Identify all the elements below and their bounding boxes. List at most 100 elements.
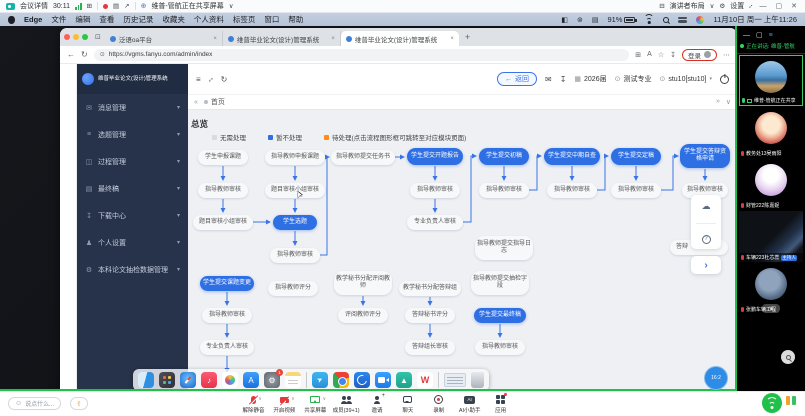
flow-node[interactable]: 题目审核小组审核 — [193, 215, 253, 230]
notes-icon[interactable] — [285, 372, 301, 388]
safari-icon[interactable] — [180, 372, 196, 388]
control-caret-icon[interactable]: ∨ — [291, 396, 295, 402]
expand-icon[interactable]: ↕ — [206, 74, 215, 83]
tab-overview-icon[interactable]: ⊡ — [95, 33, 101, 41]
meeting-control-录制[interactable]: 录制 — [423, 394, 454, 414]
trash-icon[interactable] — [471, 372, 484, 388]
breadcrumb-tab-home[interactable]: 首页 — [204, 97, 225, 107]
spotlight-icon[interactable] — [663, 17, 669, 23]
control-caret-icon[interactable]: ∨ — [323, 396, 327, 402]
login-button[interactable]: 登录 — [682, 49, 717, 61]
flow-node[interactable]: 指导教师审核 — [611, 183, 661, 198]
battery-indicator[interactable]: 91% — [607, 15, 635, 24]
settings-icon[interactable]: ⚙1 — [264, 372, 280, 388]
participant-tile[interactable]: 张鹏车辆工程∨ — [739, 263, 803, 314]
panel-maximize-icon[interactable]: ▢ — [756, 31, 763, 39]
new-tab-button[interactable]: + — [465, 32, 470, 42]
control-center-icon[interactable] — [678, 16, 687, 23]
flow-node[interactable]: 指导教师申报课题 — [265, 150, 325, 165]
close-button[interactable]: ✕ — [789, 2, 799, 10]
split-icon[interactable]: ⊞ — [635, 51, 641, 59]
popout-icon[interactable]: ⊞ — [87, 2, 92, 10]
logout-power-icon[interactable] — [720, 75, 729, 84]
flow-node[interactable]: 答辩秘书评分 — [405, 308, 455, 323]
flow-node[interactable]: 指导教师审核 — [410, 183, 460, 198]
flow-node[interactable]: 指导教师审核 — [198, 183, 248, 198]
reload-icon[interactable]: ↻ — [81, 50, 88, 59]
user-menu[interactable]: ⊙stu10[stu10]▾ — [659, 75, 712, 83]
wifi-icon[interactable] — [644, 16, 654, 24]
traffic-minimize-button[interactable] — [73, 34, 79, 40]
address-bar[interactable]: ⊙ https://vgms.fanyu.com/admin/index — [94, 49, 630, 61]
flow-node[interactable]: 学生提交中期自查 — [544, 148, 600, 165]
participant-tile[interactable]: 维普-管航正在共享 — [739, 55, 803, 106]
menubar-item[interactable]: 历史记录 — [123, 14, 153, 25]
panel-layout-icon[interactable]: ≡ — [769, 32, 773, 39]
mail-icon[interactable]: ✉ — [545, 75, 552, 84]
apple-menu-icon[interactable] — [8, 16, 15, 24]
flow-node[interactable]: 指导教师审核 — [202, 308, 252, 323]
flow-node[interactable]: 学生提交最终稿 — [474, 308, 526, 323]
flow-node[interactable]: 专业负责人审核 — [407, 215, 463, 230]
record-icon[interactable] — [103, 4, 108, 9]
meeting-control-共享屏幕[interactable]: ∨共享屏幕 — [300, 394, 331, 414]
menubar-item[interactable]: 收藏夹 — [162, 14, 185, 25]
readaloud-icon[interactable]: A — [647, 51, 652, 58]
favorite-icon[interactable]: ☆ — [658, 51, 664, 59]
control-caret-icon[interactable]: ∨ — [258, 396, 262, 402]
scroll-left-icon[interactable]: « — [194, 99, 198, 106]
sidebar-item-选题管理[interactable]: ≡选题管理▾ — [77, 121, 188, 148]
panel-minimize-icon[interactable]: — — [743, 32, 750, 39]
flow-node[interactable]: 学生提交初稿 — [479, 148, 529, 165]
teal-docs-icon[interactable]: ▲ — [396, 372, 412, 388]
menubar-item[interactable]: 文件 — [51, 14, 66, 25]
sidebar-item-本科论文抽检数据管理[interactable]: ⚙本科论文抽检数据管理▾ — [77, 256, 188, 283]
tab-actions-caret[interactable]: ∨ — [726, 98, 731, 106]
minimize-button[interactable]: — — [758, 3, 769, 10]
flow-node[interactable]: 学生申报课题 — [198, 150, 248, 165]
reaction-button[interactable]: ✌ — [70, 397, 88, 410]
meeting-control-AI小助手[interactable]: AIAI小助手 — [454, 394, 485, 414]
major-selector[interactable]: ⊙测试专业 — [615, 74, 652, 84]
traffic-close-button[interactable] — [64, 34, 70, 40]
meeting-detail-button[interactable]: 会议详情 — [20, 1, 48, 11]
window-preview-icon[interactable] — [444, 373, 466, 387]
siri-icon[interactable] — [696, 16, 704, 24]
traffic-zoom-button[interactable] — [82, 34, 88, 40]
tab-close-icon[interactable]: × — [450, 36, 454, 42]
blue-swirl-icon[interactable] — [354, 372, 370, 388]
browser-tab[interactable]: 维普毕业论文(设计)管理系统× — [341, 31, 459, 46]
menubar-app-name[interactable]: Edge — [24, 15, 42, 24]
flow-node[interactable]: 指导教师提交抽检字段 — [471, 271, 529, 295]
quick-chat-input[interactable]: ☺说点什么... — [8, 397, 61, 410]
refresh-icon[interactable]: ↻ — [221, 75, 228, 84]
launchpad-icon[interactable] — [159, 372, 175, 388]
menubar-item[interactable]: 帮助 — [288, 14, 303, 25]
flow-node[interactable]: 指导教师提交指导日志 — [475, 236, 533, 260]
sidebar-item-最终稿[interactable]: ▤最终稿▾ — [77, 175, 188, 202]
sidebar-item-下载中心[interactable]: ↧下载中心▾ — [77, 202, 188, 229]
flow-node[interactable]: 学生选题 — [273, 215, 317, 230]
flow-node[interactable]: 答辩组长审核 — [405, 340, 455, 355]
scroll-right-icon[interactable]: » — [716, 98, 720, 106]
menubar-item[interactable]: 编辑 — [75, 14, 90, 25]
share-shortcut-icon[interactable]: ↗ — [124, 2, 129, 10]
collapse-tile-button[interactable]: ∨ — [762, 304, 780, 313]
meeting-control-解除静音[interactable]: ∨解除静音 — [238, 394, 269, 414]
sidebar-item-个人设置[interactable]: ♟个人设置▾ — [77, 229, 188, 256]
back-button[interactable]: ←返回 — [497, 72, 537, 86]
meeting-control-聊天[interactable]: 聊天 — [392, 394, 423, 414]
flow-node[interactable]: 指导教师审核 — [475, 340, 525, 355]
flow-node[interactable]: 学生提交课题变更 — [200, 276, 254, 291]
music-icon[interactable]: ♪ — [201, 372, 217, 388]
sidebar-item-过程管理[interactable]: ◫过程管理▾ — [77, 148, 188, 175]
meeting-control-应用[interactable]: 应用 — [485, 394, 516, 414]
appstore-icon[interactable]: A — [243, 372, 259, 388]
finder-icon[interactable] — [138, 372, 154, 388]
help-icon[interactable]: ? — [702, 235, 711, 244]
meeting-control-开启视频[interactable]: ∨开启视频 — [269, 394, 300, 414]
more-menu-icon[interactable]: ⋯ — [723, 51, 730, 59]
back-icon[interactable]: ← — [67, 50, 75, 59]
flow-node[interactable]: 指导教师评分 — [268, 281, 318, 296]
photos-icon[interactable] — [222, 372, 238, 388]
